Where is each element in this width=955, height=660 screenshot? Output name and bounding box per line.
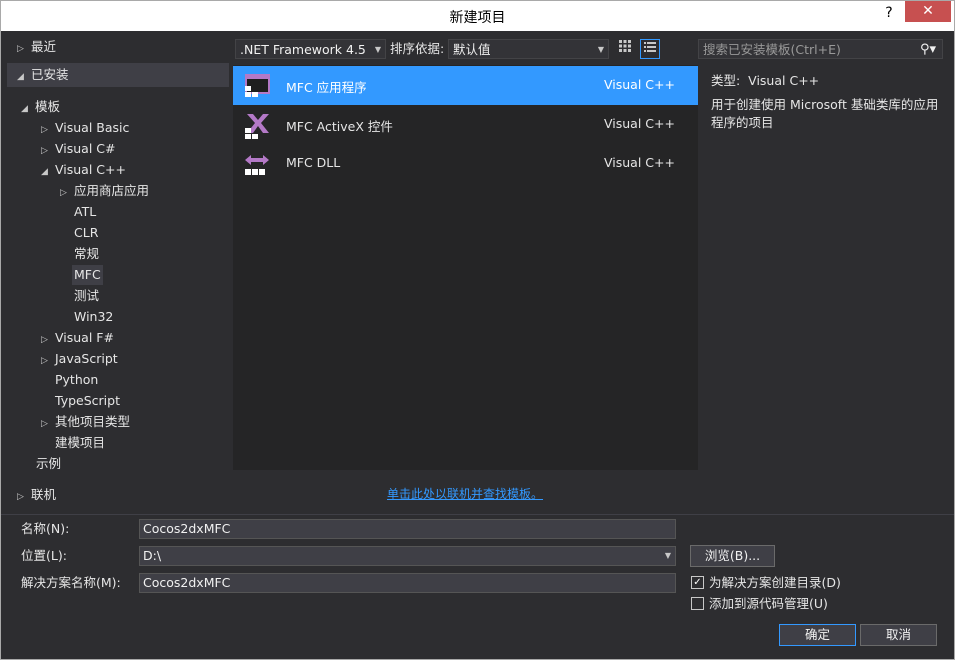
help-button[interactable]: ?: [879, 5, 899, 25]
search-input[interactable]: 搜索已安装模板(Ctrl+E) ⚲▾: [698, 39, 943, 59]
tree-node-recent[interactable]: ▷ 最近: [17, 37, 56, 57]
tree-node-typescript[interactable]: TypeScript: [55, 391, 120, 411]
tree-node-store[interactable]: ▷ 应用商店应用: [60, 181, 149, 201]
template-item-mfc-app[interactable]: MFC 应用程序 Visual C++: [233, 66, 698, 105]
sort-select[interactable]: 默认值 ▼: [448, 39, 609, 59]
template-item-mfc-activex[interactable]: MFC ActiveX 控件 Visual C++: [233, 105, 698, 144]
browse-button[interactable]: 浏览(B)...: [690, 545, 775, 567]
expand-arrow-icon[interactable]: ▷: [17, 487, 31, 507]
tree-node-installed[interactable]: ◢ 已安装: [17, 65, 69, 85]
expand-arrow-icon[interactable]: ▷: [17, 39, 31, 59]
tree-node-javascript[interactable]: ▷ JavaScript: [41, 349, 118, 369]
expand-arrow-icon[interactable]: ▷: [41, 414, 55, 434]
project-form: 名称(N): Cocos2dxMFC 位置(L): D:\ ▼ 浏览(B)...…: [1, 514, 954, 659]
search-icon[interactable]: ⚲▾: [920, 40, 936, 60]
tree-node-templates[interactable]: ◢ 模板: [21, 97, 60, 117]
sort-label: 排序依据:: [390, 41, 445, 56]
chevron-down-icon: ▼: [664, 551, 671, 560]
tree-node-test[interactable]: 测试: [74, 286, 99, 306]
location-select[interactable]: D:\ ▼: [139, 546, 676, 566]
tree-node-csharp[interactable]: ▷ Visual C#: [41, 139, 116, 159]
list-view-icon[interactable]: [640, 39, 660, 59]
template-language: Visual C++: [604, 155, 675, 170]
template-type: 类型: Visual C++: [711, 73, 820, 88]
checkbox-checked-icon[interactable]: ✓: [691, 576, 704, 589]
create-dir-checkbox[interactable]: ✓ 为解决方案创建目录(D): [691, 574, 841, 592]
tree-node-cpp[interactable]: ◢ Visual C++: [41, 160, 126, 180]
tree-node-general[interactable]: 常规: [74, 244, 99, 264]
expand-arrow-icon[interactable]: ▷: [41, 330, 55, 350]
tree-node-samples[interactable]: 示例: [36, 454, 61, 474]
mfc-activex-icon: [243, 111, 271, 139]
online-templates-link[interactable]: 单击此处以联机并查找模板。: [387, 485, 543, 502]
ok-button[interactable]: 确定: [779, 624, 856, 646]
tree-node-build[interactable]: 建模项目: [55, 433, 105, 453]
collapse-arrow-icon[interactable]: ◢: [17, 67, 31, 87]
tree-node-other[interactable]: ▷ 其他项目类型: [41, 412, 130, 432]
mfc-dll-icon: [243, 150, 271, 178]
solution-name-input[interactable]: Cocos2dxMFC: [139, 573, 676, 593]
name-input[interactable]: Cocos2dxMFC: [139, 519, 676, 539]
template-name: MFC 应用程序: [286, 80, 367, 95]
template-language: Visual C++: [604, 77, 675, 92]
location-label: 位置(L):: [21, 548, 67, 563]
framework-select[interactable]: .NET Framework 4.5 ▼: [235, 39, 386, 59]
template-list: MFC 应用程序 Visual C++ MFC ActiveX 控件 Visua…: [233, 65, 698, 470]
collapse-arrow-icon[interactable]: ◢: [21, 99, 35, 119]
tree-node-online[interactable]: ▷ 联机: [17, 485, 56, 505]
collapse-arrow-icon[interactable]: ◢: [41, 162, 55, 182]
title-bar: 新建项目 ? ✕: [1, 1, 954, 31]
template-language: Visual C++: [604, 116, 675, 131]
checkbox-unchecked-icon[interactable]: [691, 597, 704, 610]
grid-view-icon[interactable]: [615, 39, 635, 59]
tree-node-vb[interactable]: ▷ Visual Basic: [41, 118, 129, 138]
tree-node-atl[interactable]: ATL: [74, 202, 96, 222]
chevron-down-icon: ▼: [597, 45, 604, 54]
expand-arrow-icon[interactable]: ▷: [41, 120, 55, 140]
template-info-panel: 类型: Visual C++ 用于创建使用 Microsoft 基础类库的应用程…: [711, 72, 941, 132]
expand-arrow-icon[interactable]: ▷: [41, 141, 55, 161]
template-description: 用于创建使用 Microsoft 基础类库的应用程序的项目: [711, 97, 939, 130]
tree-node-mfc[interactable]: MFC: [74, 265, 101, 285]
mfc-app-icon: [243, 72, 271, 100]
name-label: 名称(N):: [21, 521, 70, 536]
expand-arrow-icon[interactable]: ▷: [60, 183, 74, 203]
tree-node-win32[interactable]: Win32: [74, 307, 113, 327]
solution-label: 解决方案名称(M):: [21, 575, 121, 590]
tree-node-clr[interactable]: CLR: [74, 223, 98, 243]
template-name: MFC ActiveX 控件: [286, 119, 393, 134]
tree-node-fsharp[interactable]: ▷ Visual F#: [41, 328, 114, 348]
add-scm-checkbox[interactable]: 添加到源代码管理(U): [691, 595, 828, 613]
chevron-down-icon: ▼: [374, 45, 381, 54]
dialog-title: 新建项目: [449, 10, 506, 26]
template-name: MFC DLL: [286, 155, 341, 170]
template-item-mfc-dll[interactable]: MFC DLL Visual C++: [233, 144, 698, 183]
expand-arrow-icon[interactable]: ▷: [41, 351, 55, 371]
cancel-button[interactable]: 取消: [860, 624, 937, 646]
tree-node-python[interactable]: Python: [55, 370, 98, 390]
new-project-dialog: 新建项目 ? ✕ ▷ 最近 ◢ 已安装 ◢ 模板 ▷ Visual Basic ▷ Vis…: [0, 0, 955, 660]
close-button[interactable]: ✕: [905, 1, 951, 22]
